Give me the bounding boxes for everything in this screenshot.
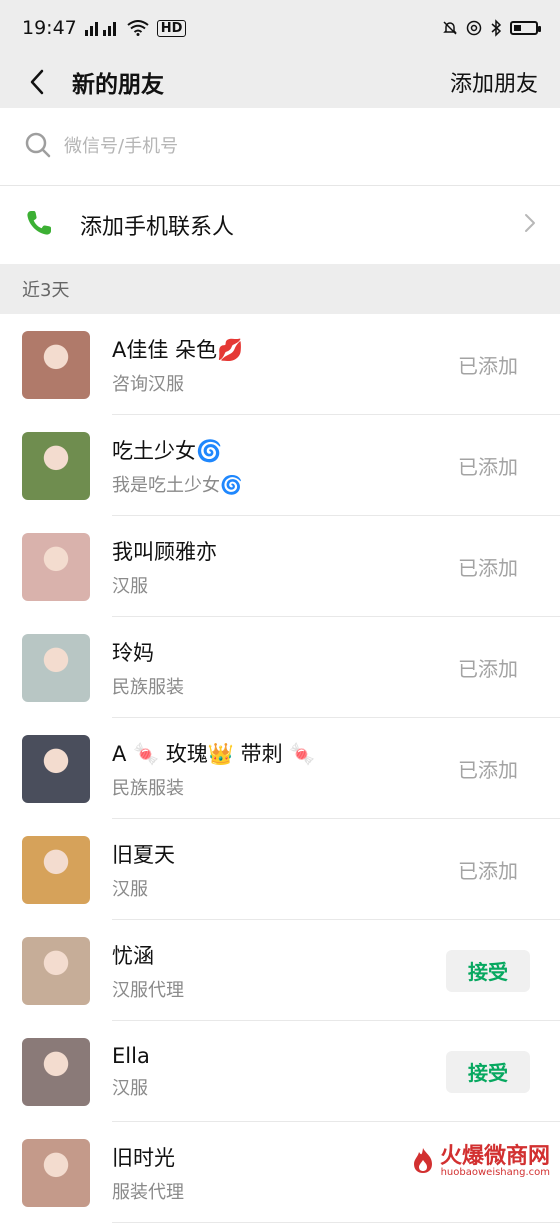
friend-name: A 🍬 玫瑰👑 带刺 🍬 (112, 741, 316, 766)
friend-message: 咨询汉服 (112, 373, 184, 395)
mute-bell-icon (442, 20, 458, 36)
friend-request-row[interactable]: 我叫顾雅亦 汉服 已添加 (0, 516, 560, 617)
status-right (442, 19, 541, 37)
added-status: 已添加 (458, 556, 518, 580)
at-icon (466, 20, 482, 36)
friend-info: 旧夏天 汉服 (112, 839, 446, 901)
nav-left: 新的朋友 (22, 65, 164, 99)
avatar (22, 936, 90, 1005)
add-phone-contacts-label: 添加手机联系人 (80, 215, 235, 240)
friend-name: 吃土少女🌀 (112, 438, 223, 463)
friend-message: 民族服装 (112, 777, 184, 799)
friend-message: 服装代理 (112, 1181, 184, 1203)
signal-icon (84, 20, 119, 36)
friend-request-row[interactable]: 吃土少女🌀 我是吃土少女🌀 已添加 (0, 415, 560, 516)
added-status: 已添加 (458, 859, 518, 883)
friend-name: 忧涵 (112, 943, 154, 968)
friend-message: 我是吃土少女🌀 (112, 474, 243, 496)
friend-name: A佳佳 朵色💋 (112, 337, 244, 362)
status-time: 19:47 (22, 17, 77, 39)
friend-message: 民族服装 (112, 676, 184, 698)
avatar (22, 431, 90, 500)
avatar (22, 734, 90, 803)
friend-name: 玲妈 (112, 640, 154, 665)
status-bar: 19:47 HD (0, 0, 560, 56)
friend-request-row[interactable]: 旧夏天 汉服 已添加 (0, 819, 560, 920)
friend-info: A佳佳 朵色💋 咨询汉服 (112, 334, 446, 396)
avatar (22, 532, 90, 601)
added-status: 已添加 (458, 758, 518, 782)
accept-button[interactable]: 接受 (446, 1050, 530, 1093)
friend-info: 我叫顾雅亦 汉服 (112, 536, 446, 598)
phone-icon (24, 208, 54, 242)
battery-icon (510, 21, 541, 35)
add-friend-button[interactable]: 添加朋友 (450, 66, 538, 98)
watermark: 火爆微商网 huobaoweishang.com (410, 1146, 550, 1178)
avatar (22, 835, 90, 904)
friend-message: 汉服 (112, 575, 148, 597)
friend-message: 汉服代理 (112, 979, 184, 1001)
search-input[interactable] (62, 135, 536, 158)
added-status: 已添加 (458, 354, 518, 378)
avatar (22, 633, 90, 702)
friend-name: 旧夏天 (112, 842, 175, 867)
watermark-text: 火爆微商网 (439, 1144, 550, 1169)
friend-request-row[interactable]: 玲妈 民族服装 已添加 (0, 617, 560, 718)
friend-request-row[interactable]: 忧涵 汉服代理 接受 (0, 920, 560, 1021)
status-left: 19:47 HD (22, 17, 187, 39)
friend-request-list: A佳佳 朵色💋 咨询汉服 已添加 吃土少女🌀 我是吃土少女🌀 已添加 我叫顾雅亦… (0, 314, 560, 1223)
friend-request-row[interactable]: A佳佳 朵色💋 咨询汉服 已添加 (0, 314, 560, 415)
chevron-left-icon[interactable] (22, 67, 52, 97)
search-icon (24, 131, 52, 163)
section-header: 近3天 (0, 264, 560, 314)
accept-button[interactable]: 接受 (446, 949, 530, 992)
wifi-icon (127, 20, 149, 36)
avatar (22, 330, 90, 399)
friend-info: 忧涵 汉服代理 (112, 940, 446, 1002)
hd-icon: HD (156, 19, 187, 37)
friend-name: 我叫顾雅亦 (112, 539, 217, 564)
friend-info: 吃土少女🌀 我是吃土少女🌀 (112, 435, 446, 497)
friend-request-row[interactable]: A 🍬 玫瑰👑 带刺 🍬 民族服装 已添加 (0, 718, 560, 819)
friend-request-row[interactable]: Ella 汉服 接受 (0, 1021, 560, 1122)
friend-message: 汉服 (112, 1077, 148, 1099)
friend-name: Ella (112, 1043, 150, 1068)
bluetooth-icon (490, 19, 502, 37)
search-bar (0, 108, 560, 186)
friend-info: A 🍬 玫瑰👑 带刺 🍬 民族服装 (112, 738, 446, 800)
friend-info: 玲妈 民族服装 (112, 637, 446, 699)
added-status: 已添加 (458, 657, 518, 681)
friend-message: 汉服 (112, 878, 148, 900)
avatar (22, 1138, 90, 1207)
chevron-right-icon (524, 213, 536, 237)
flame-logo-icon (410, 1146, 436, 1178)
avatar (22, 1037, 90, 1106)
add-phone-contacts-row[interactable]: 添加手机联系人 (0, 186, 560, 264)
watermark-sub: huobaoweishang.com (440, 1167, 550, 1178)
nav-bar: 新的朋友 添加朋友 (0, 56, 560, 108)
page-title: 新的朋友 (72, 72, 164, 98)
friend-info: Ella 汉服 (112, 1044, 446, 1100)
added-status: 已添加 (458, 455, 518, 479)
